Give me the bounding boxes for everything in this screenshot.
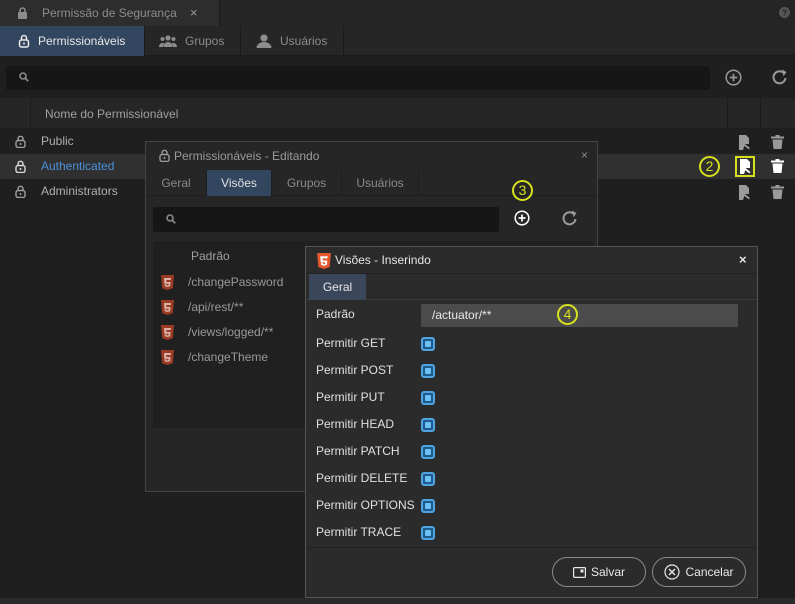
permitir-put-checkbox[interactable] bbox=[421, 391, 435, 405]
lock-icon bbox=[159, 149, 170, 162]
search-input[interactable] bbox=[153, 207, 499, 232]
window-tab[interactable]: Permissão de Segurança × bbox=[0, 0, 220, 26]
visoes-dialog: Visões - Inserindo × Geral Padrão /actua… bbox=[305, 246, 758, 598]
close-icon[interactable]: × bbox=[190, 5, 198, 20]
svg-text:?: ? bbox=[782, 9, 787, 18]
lock-icon bbox=[15, 185, 26, 198]
permitir-patch-checkbox[interactable] bbox=[421, 445, 435, 459]
row-name: Administrators bbox=[41, 184, 118, 198]
padrao-label: Padrão bbox=[316, 307, 355, 321]
permission-label: Permitir TRACE bbox=[316, 525, 402, 539]
permission-label: Permitir PUT bbox=[316, 390, 385, 404]
cancel-button[interactable]: Cancelar bbox=[652, 557, 746, 587]
permitir-options-checkbox[interactable] bbox=[421, 499, 435, 513]
annotation-marker-2: 2 bbox=[699, 156, 720, 177]
bottom-strip bbox=[0, 598, 795, 604]
html5-icon bbox=[161, 350, 174, 365]
trash-icon[interactable] bbox=[771, 159, 784, 173]
dialog-titlebar[interactable]: Visões - Inserindo × bbox=[306, 247, 757, 274]
tab-geral[interactable]: Geral bbox=[146, 170, 207, 196]
tab-usuarios[interactable]: Usuários bbox=[241, 26, 344, 56]
column-divider bbox=[760, 98, 761, 128]
permission-label: Permitir POST bbox=[316, 363, 394, 377]
dialog-title: Permissionáveis - Editando bbox=[174, 149, 320, 163]
close-icon[interactable]: × bbox=[581, 148, 588, 162]
permission-label: Permitir HEAD bbox=[316, 417, 395, 431]
permitir-head-checkbox[interactable] bbox=[421, 418, 435, 432]
tab-visoes[interactable]: Visões bbox=[207, 170, 272, 196]
lock-icon bbox=[18, 34, 30, 48]
user-icon bbox=[256, 34, 272, 48]
search-input[interactable] bbox=[6, 66, 710, 90]
column-divider bbox=[727, 98, 728, 128]
pattern-text: /changePassword bbox=[188, 275, 284, 289]
tab-label: Grupos bbox=[185, 34, 225, 48]
permitir-get-checkbox[interactable] bbox=[421, 337, 435, 351]
help-icon[interactable]: ? bbox=[779, 7, 790, 18]
group-icon bbox=[159, 35, 177, 47]
edit-icon-highlight[interactable] bbox=[735, 156, 755, 177]
save-label: Salvar bbox=[590, 565, 625, 579]
pattern-text: /views/logged/** bbox=[188, 325, 274, 339]
permission-label: Permitir GET bbox=[316, 336, 386, 350]
dialog-titlebar[interactable]: Permissionáveis - Editando × bbox=[146, 142, 597, 170]
permitir-trace-checkbox[interactable] bbox=[421, 526, 435, 540]
dialog-footer: Salvar Cancelar bbox=[306, 547, 757, 597]
tab-label: Permissionáveis bbox=[38, 34, 126, 48]
html5-icon bbox=[317, 253, 331, 269]
tab-grupos[interactable]: Grupos bbox=[145, 26, 241, 56]
permission-label: Permitir PATCH bbox=[316, 444, 400, 458]
tab-label: Usuários bbox=[280, 34, 328, 48]
permission-label: Permitir DELETE bbox=[316, 471, 408, 485]
lock-icon bbox=[15, 135, 26, 148]
tab-geral[interactable]: Geral bbox=[309, 274, 366, 300]
column-divider bbox=[30, 98, 31, 128]
row-name: Authenticated bbox=[41, 159, 115, 173]
permitir-post-checkbox[interactable] bbox=[421, 364, 435, 378]
column-header: Nome do Permissionável bbox=[45, 107, 179, 121]
lock-icon bbox=[15, 160, 26, 173]
search-icon bbox=[19, 72, 29, 82]
pattern-text: /changeTheme bbox=[188, 350, 269, 364]
html5-icon bbox=[161, 300, 174, 315]
pattern-text: /api/rest/** bbox=[188, 300, 244, 314]
add-icon[interactable] bbox=[725, 69, 742, 86]
tab-permissionaveis[interactable]: Permissionáveis bbox=[0, 26, 145, 56]
annotation-marker-4: 4 bbox=[557, 304, 578, 325]
dialog-title: Visões - Inserindo bbox=[335, 253, 431, 267]
html5-icon bbox=[161, 325, 174, 340]
refresh-icon[interactable] bbox=[561, 210, 579, 227]
edit-icon[interactable] bbox=[738, 185, 752, 200]
column-header: Padrão bbox=[191, 249, 230, 263]
permitir-delete-checkbox[interactable] bbox=[421, 472, 435, 486]
padrao-field[interactable]: /actuator/** bbox=[421, 304, 738, 327]
list-header: Nome do Permissionável bbox=[0, 98, 795, 128]
lock-icon bbox=[17, 7, 28, 19]
dialog-tabs: Geral bbox=[306, 274, 757, 300]
window-title: Permissão de Segurança bbox=[42, 6, 177, 20]
trash-icon[interactable] bbox=[771, 135, 784, 149]
tab-grupos[interactable]: Grupos bbox=[272, 170, 342, 196]
search-icon bbox=[166, 214, 176, 224]
save-icon bbox=[572, 566, 586, 578]
permission-label: Permitir OPTIONS bbox=[316, 498, 415, 512]
tab-usuarios[interactable]: Usuários bbox=[342, 170, 419, 196]
cancel-icon bbox=[664, 564, 681, 580]
refresh-icon[interactable] bbox=[771, 69, 789, 86]
main-tabs: Permissionáveis Grupos Usuários bbox=[0, 26, 795, 56]
html5-icon bbox=[161, 275, 174, 290]
annotation-marker-3: 3 bbox=[512, 180, 533, 201]
cancel-label: Cancelar bbox=[685, 565, 734, 579]
trash-icon[interactable] bbox=[771, 185, 784, 199]
row-name: Public bbox=[41, 134, 74, 148]
edit-icon[interactable] bbox=[738, 135, 752, 150]
save-button[interactable]: Salvar bbox=[552, 557, 646, 587]
close-icon[interactable]: × bbox=[739, 252, 747, 267]
add-icon[interactable] bbox=[514, 210, 530, 226]
